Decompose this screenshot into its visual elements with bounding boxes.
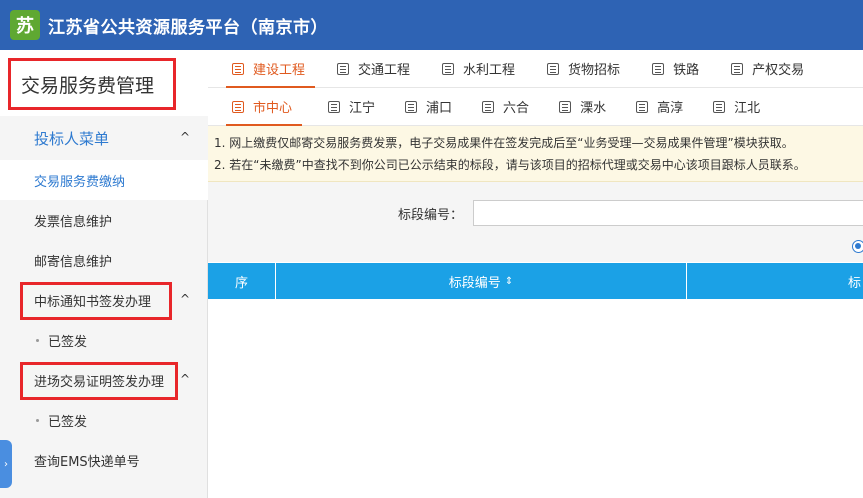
- tab-label: 水利工程: [463, 63, 516, 78]
- sidebar-item-label: 已签发: [48, 414, 88, 430]
- notice-panel: 1. 网上缴费仅邮寄交易服务费发票，电子交易成果件在签发完成后至“业务受理—交易…: [208, 126, 863, 182]
- sidebar-header: 交易服务费管理: [0, 50, 208, 116]
- sidebar-item-invoice-info[interactable]: 发票信息维护: [0, 200, 208, 240]
- sidebar-item-mailing-info[interactable]: 邮寄信息维护: [0, 240, 208, 280]
- tab-property[interactable]: 产权交易: [731, 50, 804, 88]
- column-header-label: 序: [234, 275, 248, 291]
- section-code-label: 标段编号：: [398, 208, 464, 223]
- sidebar-item-ems-query[interactable]: 查询EMS快递单号: [0, 440, 208, 480]
- tab-lishui[interactable]: 溧水: [559, 88, 606, 126]
- tab-label: 高淳: [657, 101, 684, 116]
- column-header-next: 标: [687, 263, 863, 299]
- column-header-label: 标: [847, 275, 861, 291]
- tab-label: 建设工程: [253, 63, 306, 78]
- tab-gaochun[interactable]: 高淳: [636, 88, 683, 126]
- sidebar-item-fee-payment[interactable]: 交易服务费缴纳: [0, 160, 208, 200]
- tab-label: 江北: [734, 101, 761, 116]
- list-icon: [636, 100, 649, 113]
- sidebar-menu: 投标人菜单 ^ 交易服务费缴纳 发票信息维护 邮寄信息维护 中标通知书签发办理 …: [0, 116, 208, 480]
- sidebar-item-label: 邮寄信息维护: [34, 254, 113, 270]
- radio-button[interactable]: [852, 240, 863, 253]
- main-content: 建设工程 交通工程 水利工程 货物招标 铁路 产权交易 市中心 江宁 浦口 六合…: [208, 50, 863, 498]
- chevron-up-icon[interactable]: ^: [180, 372, 190, 386]
- list-icon: [328, 100, 341, 113]
- list-icon: [337, 62, 350, 75]
- sidebar-item-label: 已签发: [48, 334, 88, 350]
- sort-icon[interactable]: ⇕: [505, 276, 513, 287]
- tab-goods[interactable]: 货物招标: [547, 50, 620, 88]
- tab-railway[interactable]: 铁路: [652, 50, 699, 88]
- tab-label: 市中心: [253, 101, 293, 116]
- tab-jiangbei[interactable]: 江北: [713, 88, 760, 126]
- tab-label: 江宁: [349, 101, 376, 116]
- search-panel: 标段编号：: [208, 182, 863, 262]
- list-icon: [405, 100, 418, 113]
- list-icon: [713, 100, 726, 113]
- list-icon: [482, 100, 495, 113]
- sidebar-item-certificate-issued[interactable]: 已签发: [0, 400, 208, 440]
- list-icon: [442, 62, 455, 75]
- notice-line-1: 1. 网上缴费仅邮寄交易服务费发票，电子交易成果件在签发完成后至“业务受理—交易…: [214, 136, 794, 150]
- sidebar-item-label: 发票信息维护: [34, 214, 113, 230]
- sidebar-group-entry-certificate[interactable]: 进场交易证明签发办理 ^: [0, 360, 208, 400]
- chevron-up-icon[interactable]: ^: [180, 130, 190, 144]
- tab-label: 六合: [503, 101, 530, 116]
- top-header: 苏 江苏省公共资源服务平台（南京市）: [0, 0, 863, 50]
- list-icon: [652, 62, 665, 75]
- district-tabs: 市中心 江宁 浦口 六合 溧水 高淳 江北: [208, 88, 863, 126]
- column-header-section-code[interactable]: 标段编号 ⇕: [276, 263, 687, 299]
- bullet-icon: [36, 339, 39, 342]
- notice-line-2: 2. 若在“未缴费”中查找不到你公司已公示结束的标段，请与该项目的招标代理或交易…: [214, 158, 806, 172]
- sidebar-item-label: 交易服务费缴纳: [34, 174, 126, 190]
- tab-label: 交通工程: [358, 63, 411, 78]
- tab-luhe[interactable]: 六合: [482, 88, 529, 126]
- list-icon: [232, 62, 244, 75]
- tab-label: 货物招标: [568, 63, 621, 78]
- list-icon: [731, 62, 744, 75]
- tab-jiangning[interactable]: 江宁: [328, 88, 375, 126]
- tab-label: 铁路: [673, 63, 700, 78]
- tab-label: 溧水: [580, 101, 607, 116]
- column-header-label: 标段编号: [448, 275, 501, 291]
- section-code-input[interactable]: [473, 200, 863, 226]
- platform-logo-icon: 苏: [10, 10, 40, 40]
- sidebar-title: 交易服务费管理: [8, 58, 176, 110]
- chevron-up-icon[interactable]: ^: [180, 292, 190, 306]
- list-icon: [559, 100, 572, 113]
- tab-label: 浦口: [426, 101, 453, 116]
- highlight-box: [20, 362, 178, 400]
- highlight-box: [20, 282, 172, 320]
- sidebar-item-label: 查询EMS快递单号: [34, 454, 140, 470]
- sidebar-group-award-notice[interactable]: 中标通知书签发办理 ^: [0, 280, 208, 320]
- sidebar-item-label: 投标人菜单: [34, 129, 110, 148]
- tab-construction[interactable]: 建设工程: [225, 50, 316, 88]
- platform-title: 江苏省公共资源服务平台（南京市）: [48, 17, 328, 38]
- table-header: 序 标段编号 ⇕ 标: [208, 263, 863, 299]
- column-header-seq: 序: [208, 263, 276, 299]
- list-icon: [547, 62, 560, 75]
- tab-water[interactable]: 水利工程: [442, 50, 515, 88]
- list-icon: [232, 100, 244, 113]
- sidebar-group-bidder-menu[interactable]: 投标人菜单 ^: [0, 116, 208, 160]
- tab-pukou[interactable]: 浦口: [405, 88, 452, 126]
- sidebar: 交易服务费管理 投标人菜单 ^ 交易服务费缴纳 发票信息维护 邮寄信息维护 中标…: [0, 50, 208, 498]
- tab-traffic[interactable]: 交通工程: [337, 50, 410, 88]
- sidebar-item-award-issued[interactable]: 已签发: [0, 320, 208, 360]
- sidebar-toggle-button[interactable]: ›: [0, 440, 12, 488]
- bullet-icon: [36, 419, 39, 422]
- tab-city-center[interactable]: 市中心: [225, 88, 303, 126]
- tab-label: 产权交易: [752, 63, 805, 78]
- category-tabs: 建设工程 交通工程 水利工程 货物招标 铁路 产权交易: [208, 50, 863, 88]
